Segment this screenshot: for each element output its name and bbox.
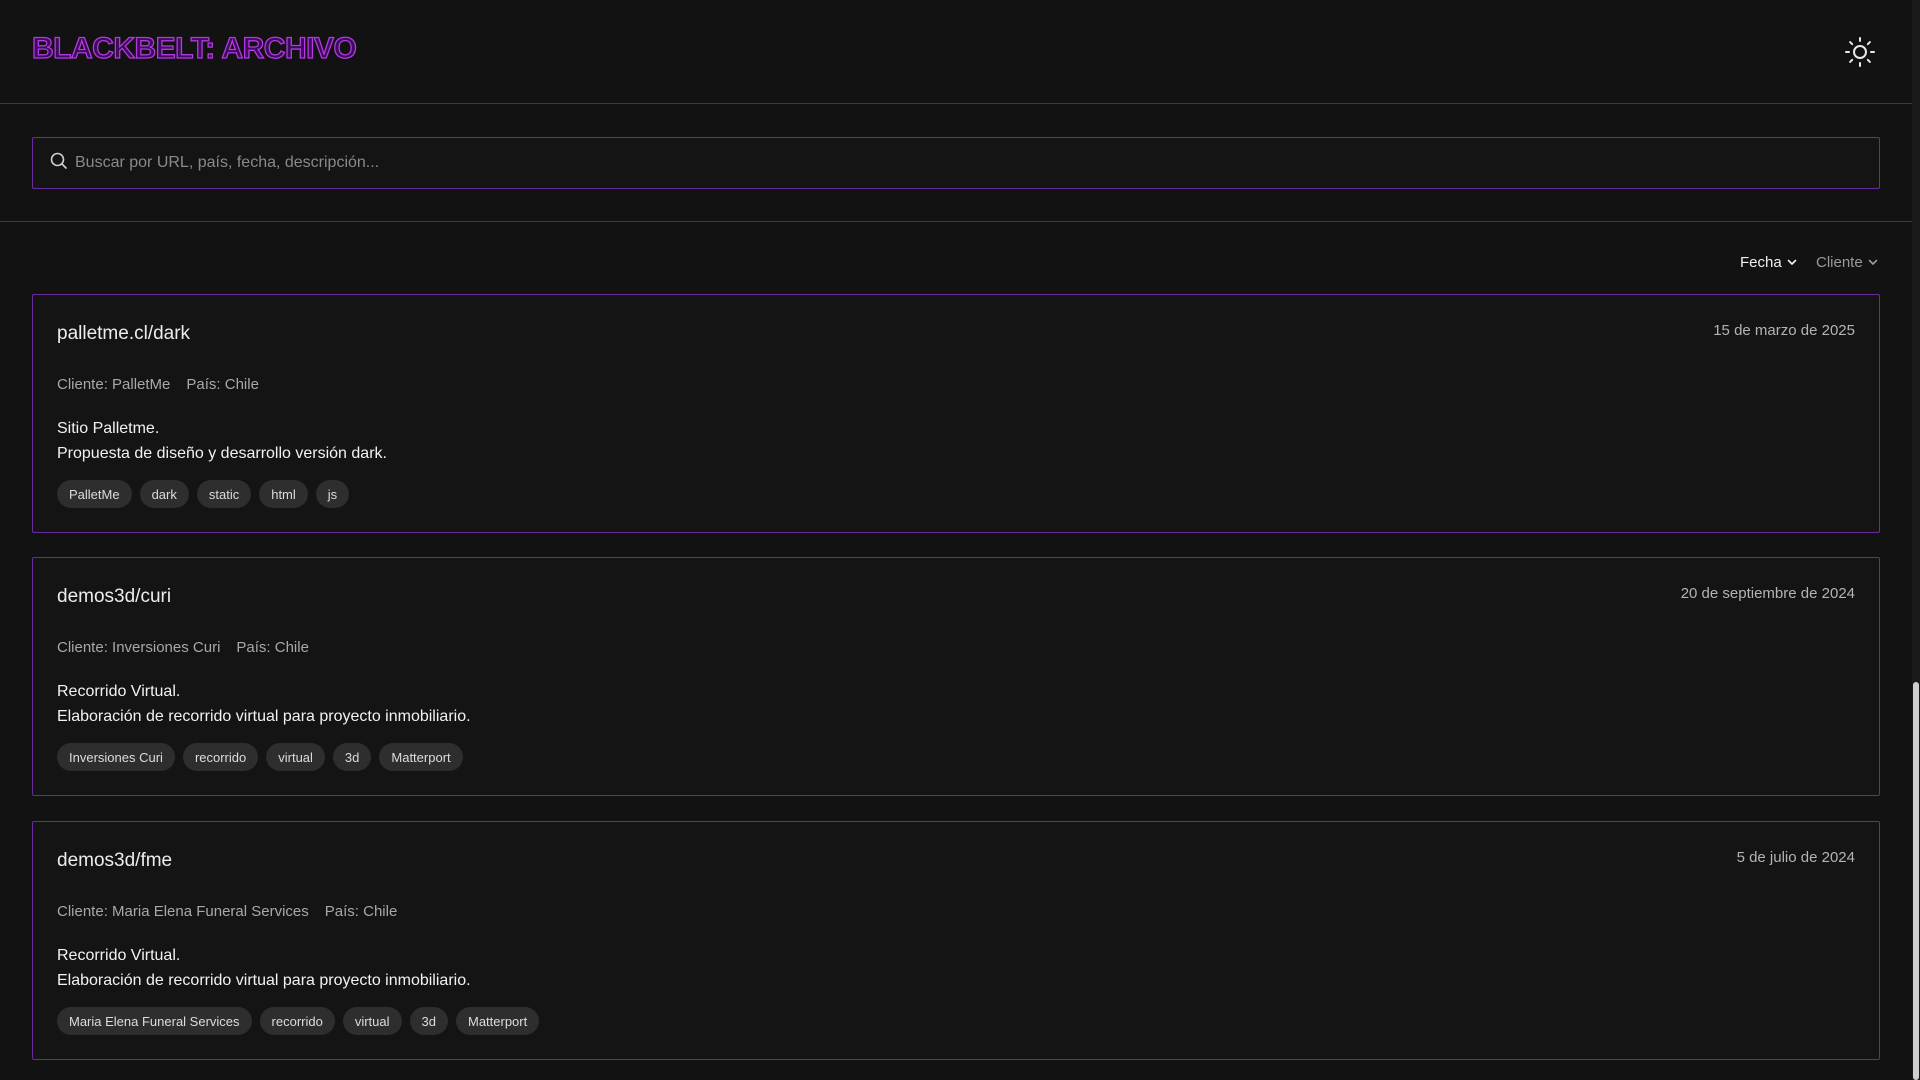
chevron-down-icon [1868,259,1878,265]
tag-chip[interactable]: recorrido [182,743,259,771]
archive-entry-card: demos3d/curi 20 de septiembre de 2024 Cl… [32,557,1880,796]
tag-chip[interactable]: Inversiones Curi [57,743,175,771]
search-input[interactable] [75,138,1865,188]
tag-chip[interactable]: js [315,480,350,508]
entry-tags: Maria Elena Funeral Services recorrido v… [57,1007,540,1035]
entry-country: País: Chile [236,639,309,656]
entry-meta: Cliente: PalletMe País: Chile [57,376,259,393]
entry-description: Recorrido Virtual. Elaboración de recorr… [57,943,471,993]
site-header: BLACKBELT: ARCHIVO [0,0,1912,104]
search-box[interactable] [32,137,1880,189]
search-icon [50,152,67,169]
tag-chip[interactable]: html [259,480,308,508]
sort-by-client-button[interactable]: Cliente [1816,252,1879,272]
tag-chip[interactable]: Maria Elena Funeral Services [57,1007,252,1035]
tag-chip[interactable]: 3d [409,1007,448,1035]
entry-title-link[interactable]: demos3d/fme [57,850,172,872]
archive-entry-card: palletme.cl/dark 15 de marzo de 2025 Cli… [32,294,1880,533]
archive-entry-card: demos3d/fme 5 de julio de 2024 Cliente: … [32,821,1880,1060]
entry-date: 5 de julio de 2024 [1736,849,1855,866]
tag-chip[interactable]: PalletMe [57,480,132,508]
tag-chip[interactable]: virtual [342,1007,402,1035]
entry-title-link[interactable]: palletme.cl/dark [57,323,190,345]
entry-detail: Elaboración de recorrido virtual para pr… [57,708,471,725]
tag-chip[interactable]: Matterport [379,743,463,771]
entry-date: 15 de marzo de 2025 [1713,322,1855,339]
entry-date: 20 de septiembre de 2024 [1680,585,1855,602]
entry-detail: Propuesta de diseño y desarrollo versión… [57,445,387,462]
scrollbar-thumb[interactable] [1913,682,1919,1080]
entry-title-link[interactable]: demos3d/curi [57,586,171,608]
entry-description: Recorrido Virtual. Elaboración de recorr… [57,679,471,729]
entry-summary: Recorrido Virtual. [57,947,181,964]
tag-chip[interactable]: virtual [266,743,325,771]
entry-tags: Inversiones Curi recorrido virtual 3d Ma… [57,743,463,771]
entry-description: Sitio Palletme. Propuesta de diseño y de… [57,416,387,466]
site-title[interactable]: BLACKBELT: ARCHIVO [31,31,357,66]
sun-icon [1845,37,1875,67]
chevron-down-icon [1787,259,1797,265]
entry-country: País: Chile [186,376,259,393]
theme-toggle-button[interactable] [1844,36,1876,68]
tag-chip[interactable]: dark [139,480,189,508]
tag-chip[interactable]: recorrido [259,1007,335,1035]
entry-client: Cliente: Maria Elena Funeral Services [57,903,309,920]
sort-client-label: Cliente [1816,253,1863,271]
entry-tags: PalletMe dark static html js [57,480,350,508]
entry-client: Cliente: PalletMe [57,376,171,393]
tag-chip[interactable]: static [196,480,252,508]
sort-date-label: Fecha [1740,253,1782,271]
entry-meta: Cliente: Maria Elena Funeral Services Pa… [57,903,397,920]
entry-detail: Elaboración de recorrido virtual para pr… [57,972,471,989]
entry-meta: Cliente: Inversiones Curi País: Chile [57,639,309,656]
entry-client: Cliente: Inversiones Curi [57,639,221,656]
entry-summary: Recorrido Virtual. [57,683,181,700]
entry-summary: Sitio Palletme. [57,420,160,437]
sort-by-date-button[interactable]: Fecha [1740,252,1798,272]
search-section [0,104,1912,222]
entry-country: País: Chile [324,903,398,920]
tag-chip[interactable]: Matterport [455,1007,540,1035]
tag-chip[interactable]: 3d [332,743,372,771]
